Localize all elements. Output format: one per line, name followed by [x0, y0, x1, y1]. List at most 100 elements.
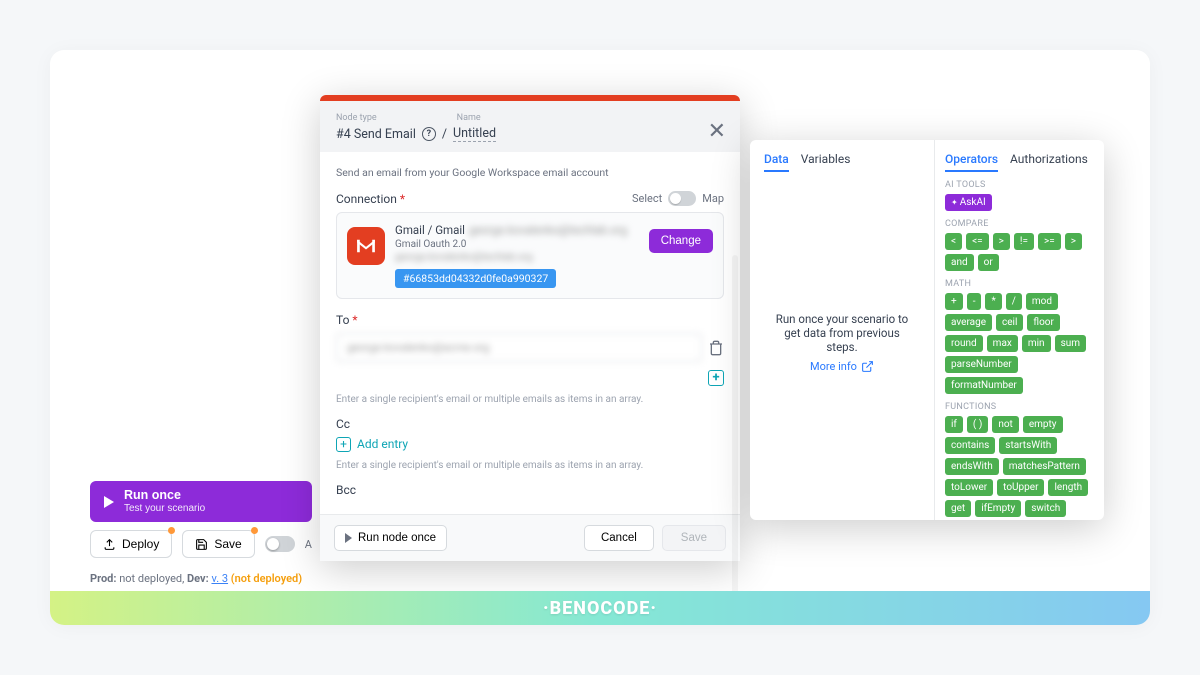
operator-chip[interactable]: matchesPattern: [1003, 458, 1086, 475]
save-icon: [195, 538, 208, 551]
operator-chip[interactable]: mod: [1026, 293, 1058, 310]
plus-icon: +: [336, 437, 351, 452]
label-name: Name: [457, 113, 481, 123]
add-cc-entry[interactable]: + Add entry: [336, 437, 724, 452]
operator-chip[interactable]: ceil: [996, 314, 1023, 331]
operator-chip[interactable]: round: [945, 335, 983, 352]
operator-chip[interactable]: endsWith: [945, 458, 999, 475]
add-recipient-icon[interactable]: +: [708, 370, 724, 386]
operator-chip[interactable]: or: [978, 254, 999, 271]
data-operators-panel: Data Variables Run once your scenario to…: [750, 140, 1104, 520]
upload-icon: [103, 538, 116, 551]
node-editor-modal: Node type Name #4 Send Email ? / Untitle…: [320, 95, 740, 561]
save-dot-icon: [251, 527, 258, 534]
cancel-button[interactable]: Cancel: [584, 525, 654, 551]
operator-chip[interactable]: /: [1006, 293, 1022, 310]
operator-chip[interactable]: <: [945, 233, 962, 250]
save-button: Save: [662, 525, 726, 551]
run-once-title: Run once: [124, 489, 205, 503]
external-link-icon: [861, 360, 874, 373]
play-icon: [104, 496, 114, 508]
operator-chip[interactable]: not: [992, 416, 1019, 433]
operator-chip[interactable]: parseNumber: [945, 356, 1018, 373]
select-map-switch[interactable]: [668, 191, 696, 206]
operator-chip[interactable]: *: [985, 293, 1001, 310]
operator-chip[interactable]: +: [945, 293, 963, 310]
node-type-value: #4 Send Email: [336, 127, 416, 142]
operator-chip[interactable]: contains: [945, 437, 995, 454]
right-tabs: Operators Authorizations: [945, 152, 1094, 172]
operator-chip[interactable]: get: [945, 500, 971, 517]
operator-chip[interactable]: !=: [1014, 233, 1034, 250]
delete-recipient-icon[interactable]: [708, 340, 724, 356]
footer-brand-bar: ·BENOCODE·: [50, 591, 1150, 625]
connection-card: Gmail / Gmail george.kovalenko@techlab.o…: [336, 212, 724, 299]
operator-chip[interactable]: length: [1048, 479, 1088, 496]
gmail-icon: [347, 227, 385, 265]
operator-chip[interactable]: average: [945, 314, 992, 331]
operator-chip[interactable]: >: [1065, 233, 1082, 250]
more-info-link[interactable]: More info: [810, 360, 874, 373]
operator-chip[interactable]: >=: [1038, 233, 1061, 250]
brand-logo: ·BENOCODE·: [543, 598, 657, 619]
left-tabs: Data Variables: [764, 152, 920, 172]
run-once-sub: Test your scenario: [124, 503, 205, 514]
conn-title: Gmail / Gmail: [395, 223, 465, 237]
node-description: Send an email from your Google Workspace…: [336, 166, 724, 179]
empty-data-msg: Run once your scenario to get data from …: [770, 312, 914, 354]
operator-chip[interactable]: ifEmpty: [975, 500, 1021, 517]
operator-chip[interactable]: switch: [1025, 500, 1066, 517]
change-connection-button[interactable]: Change: [649, 229, 713, 253]
sect-fn: FUNCTIONS: [945, 402, 1094, 412]
operator-chip[interactable]: empty: [1023, 416, 1063, 433]
compare-chips: <<=>!=>=>andor: [945, 233, 1094, 271]
operator-chip[interactable]: formatNumber: [945, 377, 1023, 394]
close-icon[interactable]: ✕: [708, 119, 726, 144]
sect-ai: AI TOOLS: [945, 180, 1094, 190]
tab-authorizations[interactable]: Authorizations: [1010, 152, 1088, 172]
version-link[interactable]: v. 3: [211, 572, 228, 585]
auto-toggle[interactable]: [265, 536, 295, 552]
connection-id-tag[interactable]: #66853dd04332d0fe0a990327: [395, 269, 556, 288]
scrollbar[interactable]: [732, 255, 738, 595]
save-scenario-button[interactable]: Save: [182, 530, 254, 558]
sect-math: MATH: [945, 279, 1094, 289]
operator-chip[interactable]: >: [993, 233, 1010, 250]
node-name-value[interactable]: Untitled: [453, 126, 496, 142]
deploy-dot-icon: [168, 527, 175, 534]
operator-chip[interactable]: AskAI: [945, 194, 992, 211]
to-label: To *: [336, 313, 358, 327]
operator-chip[interactable]: min: [1022, 335, 1051, 352]
to-input[interactable]: george.kovalenko@acme.org: [336, 333, 702, 362]
help-icon[interactable]: ?: [422, 127, 436, 141]
deploy-button[interactable]: Deploy: [90, 530, 172, 558]
connection-label: Connection *: [336, 192, 405, 206]
run-once-button[interactable]: Run once Test your scenario: [90, 481, 312, 522]
operator-chip[interactable]: sum: [1055, 335, 1086, 352]
fn-chips: if( )notempty containsstartsWithendsWithm…: [945, 416, 1094, 520]
toggle-label: A: [305, 538, 312, 551]
cc-hint: Enter a single recipient's email or mult…: [336, 460, 724, 471]
operator-chip[interactable]: and: [945, 254, 974, 271]
operator-chip[interactable]: <=: [966, 233, 989, 250]
tab-operators[interactable]: Operators: [945, 152, 998, 172]
operator-chip[interactable]: max: [987, 335, 1018, 352]
operator-chip[interactable]: startsWith: [999, 437, 1057, 454]
bcc-label: Bcc: [336, 483, 724, 497]
math-chips: +-* /mod averageceilfloor roundmaxminsum par…: [945, 293, 1094, 394]
sect-compare: COMPARE: [945, 219, 1094, 229]
operator-chip[interactable]: floor: [1027, 314, 1059, 331]
operator-chip[interactable]: ( ): [967, 416, 988, 433]
bottom-controls: Run once Test your scenario Deploy Save …: [90, 481, 312, 585]
select-map-toggle: Select Map: [632, 191, 724, 206]
run-node-once-button[interactable]: Run node once: [334, 525, 447, 551]
tab-data[interactable]: Data: [764, 152, 789, 172]
operator-chip[interactable]: toLower: [945, 479, 993, 496]
operator-chip[interactable]: toUpper: [997, 479, 1044, 496]
cc-label: Cc: [336, 417, 724, 431]
tab-variables[interactable]: Variables: [801, 152, 851, 172]
modal-header: Node type Name #4 Send Email ? / Untitle…: [320, 101, 740, 152]
operator-chip[interactable]: if: [945, 416, 963, 433]
deploy-status: Prod: not deployed, Dev: v. 3 (not deplo…: [90, 572, 312, 585]
operator-chip[interactable]: -: [967, 293, 982, 310]
